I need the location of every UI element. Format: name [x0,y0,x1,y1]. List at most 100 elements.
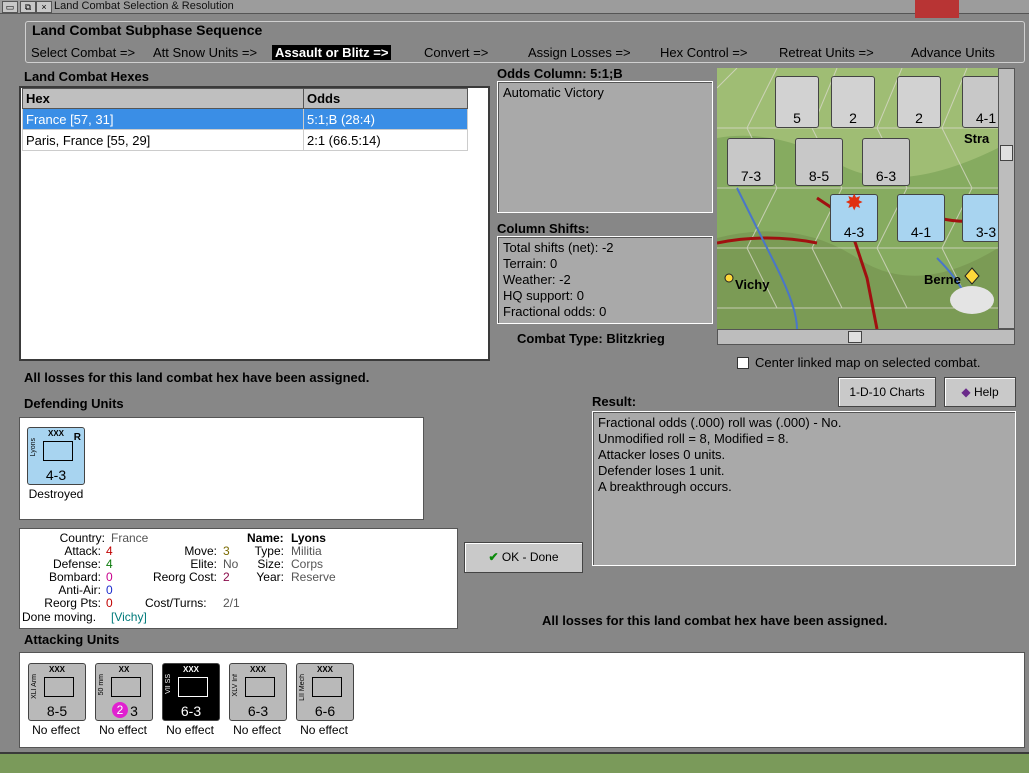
center-map-label: Center linked map on selected combat. [755,355,981,370]
reorgpts-label: Reorg Pts: [44,596,101,610]
country-label: Country: [59,531,105,545]
result-line: Defender loses 1 unit. [598,463,725,478]
attacking-unit[interactable]: XX 50 mm 2 3 [95,663,153,721]
shifts-title: Column Shifts: [497,221,590,236]
checkmark-icon: ✔ [488,550,499,564]
country-value: France [111,531,149,545]
antiair-label: Anti-Air: [58,583,101,597]
shift-fractional: Fractional odds: 0 [503,304,607,319]
bombard-value: 0 [106,570,113,584]
defense-value: 4 [106,557,113,571]
map-vscrollbar[interactable] [998,68,1015,329]
help-icon: ◆ [961,385,971,399]
mech-symbol-icon [312,677,342,697]
map-label-stra: Stra [964,131,990,146]
year-value: Reserve [291,570,336,584]
flak-symbol-icon [111,677,141,697]
attacking-unit[interactable]: XXX VII SS 6-3 [162,663,220,721]
defending-panel: XXX Lyons R 4-3 Destroyed [19,417,424,520]
map-unit[interactable]: 8-5 [795,138,843,186]
step-advance-units: Advance Units [911,45,995,60]
result-line: A breakthrough occurs. [598,479,732,494]
shift-total: Total shifts (net): -2 [503,240,614,255]
elite-value: No [223,557,239,571]
bombard-label: Bombard: [48,570,101,584]
result-box: Fractional odds (.000) roll was (.000) -… [592,411,1016,566]
shifts-box: Total shifts (net): -2 Terrain: 0 Weathe… [497,236,713,324]
infantry-symbol-icon [245,677,275,697]
defending-status: Destroyed [28,487,84,501]
result-title: Result: [592,394,637,409]
attacking-status: No effect [233,723,281,737]
costturns-value: 2/1 [223,596,240,610]
map-unit[interactable]: 3-3 [962,194,998,242]
step-assault-or-blitz: Assault or Blitz => [272,45,392,60]
help-label: Help [973,385,999,399]
vichy-tag: [Vichy] [111,610,147,624]
move-value: 3 [223,544,230,558]
attacking-unit[interactable]: XXX LII Mech 6-6 [296,663,354,721]
hexes-title: Land Combat Hexes [24,69,149,84]
elite-label: Elite: [190,557,217,571]
attacking-panel: XXX XLI Arm 8-5 No effect XX 50 mm 2 3 No … [19,652,1025,748]
done-moving: Done moving. [22,610,97,624]
step-att-snow-units: Att Snow Units => [153,45,258,60]
background-map-strip [0,752,1029,773]
map-hscrollbar[interactable] [717,329,1015,345]
map-unit[interactable]: 6-3 [862,138,910,186]
ok-done-label: OK - Done [501,550,559,564]
sequence-title: Land Combat Subphase Sequence [32,22,263,38]
window-titlebar: ▭ ⧉ × Land Combat Selection & Resolution [0,0,1029,18]
shift-weather: Weather: -2 [503,272,571,287]
system-menu-icon[interactable]: ▭ [2,1,18,13]
col-hex-header[interactable]: Hex [22,88,304,109]
help-button[interactable]: ◆ Help [944,377,1016,407]
size-label: Size: [257,557,284,571]
ok-done-button[interactable]: ✔ OK - Done [464,542,583,573]
attacking-title: Attacking Units [24,632,120,647]
armor-symbol-icon [44,677,74,697]
attacking-unit[interactable]: XXX XLV Inf 6-3 [229,663,287,721]
charts-button[interactable]: 1-D-10 Charts [838,377,936,407]
restore-icon[interactable]: ⧉ [20,1,36,13]
hex-row[interactable]: France [57, 31] 5:1;B (28:4) [22,108,468,130]
step-select-combat: Select Combat => [31,45,136,60]
close-icon[interactable]: × [36,1,52,13]
map-unit[interactable]: 7-3 [727,138,775,186]
linked-map[interactable]: Vichy Berne Stra 5 2 2 7-3 8-5 6-3 4-3 4… [717,68,998,329]
reorgpts-value: 0 [106,596,113,610]
col-odds-header[interactable]: Odds [303,88,468,109]
hex-row[interactable]: Paris, France [55, 29] 2:1 (66.5:14) [22,129,468,151]
map-label-vichy: Vichy [735,277,770,292]
map-hscroll-thumb[interactable] [848,331,862,343]
result-line: Fractional odds (.000) roll was (.000) -… [598,415,842,430]
map-vscroll-thumb[interactable] [1000,145,1013,161]
map-unit[interactable]: 2 [897,76,941,128]
attack-value: 4 [106,544,113,558]
step-retreat-units: Retreat Units => [779,45,874,60]
defense-label: Defense: [52,557,101,571]
combat-type: Combat Type: Blitzkrieg [517,331,665,346]
infantry-symbol-icon [178,677,208,697]
step-convert: Convert => [424,45,489,60]
map-unit[interactable]: 2 [831,76,875,128]
map-unit[interactable]: 5 [775,76,819,128]
losses-message-top: All losses for this land combat hex have… [24,370,370,385]
map-unit[interactable]: 4-1 [897,194,945,242]
antiair-value: 0 [106,583,113,597]
attacking-status: No effect [166,723,214,737]
german-flag-icon [915,0,959,18]
map-unit[interactable]: 4-1 [962,76,998,128]
odds-cell: 5:1;B (28:4) [303,108,468,130]
map-label-berne: Berne [924,272,961,287]
step-assign-losses: Assign Losses => [528,45,631,60]
attacking-status: No effect [300,723,348,737]
attacking-status: No effect [99,723,147,737]
year-label: Year: [256,570,284,584]
step-hex-control: Hex Control => [660,45,748,60]
costturns-label: Cost/Turns: [145,596,207,610]
attacking-unit[interactable]: XXX XLI Arm 8-5 [28,663,86,721]
type-label: Type: [254,544,284,558]
defending-unit[interactable]: XXX Lyons R 4-3 [27,427,85,485]
center-map-checkbox[interactable] [737,357,749,369]
